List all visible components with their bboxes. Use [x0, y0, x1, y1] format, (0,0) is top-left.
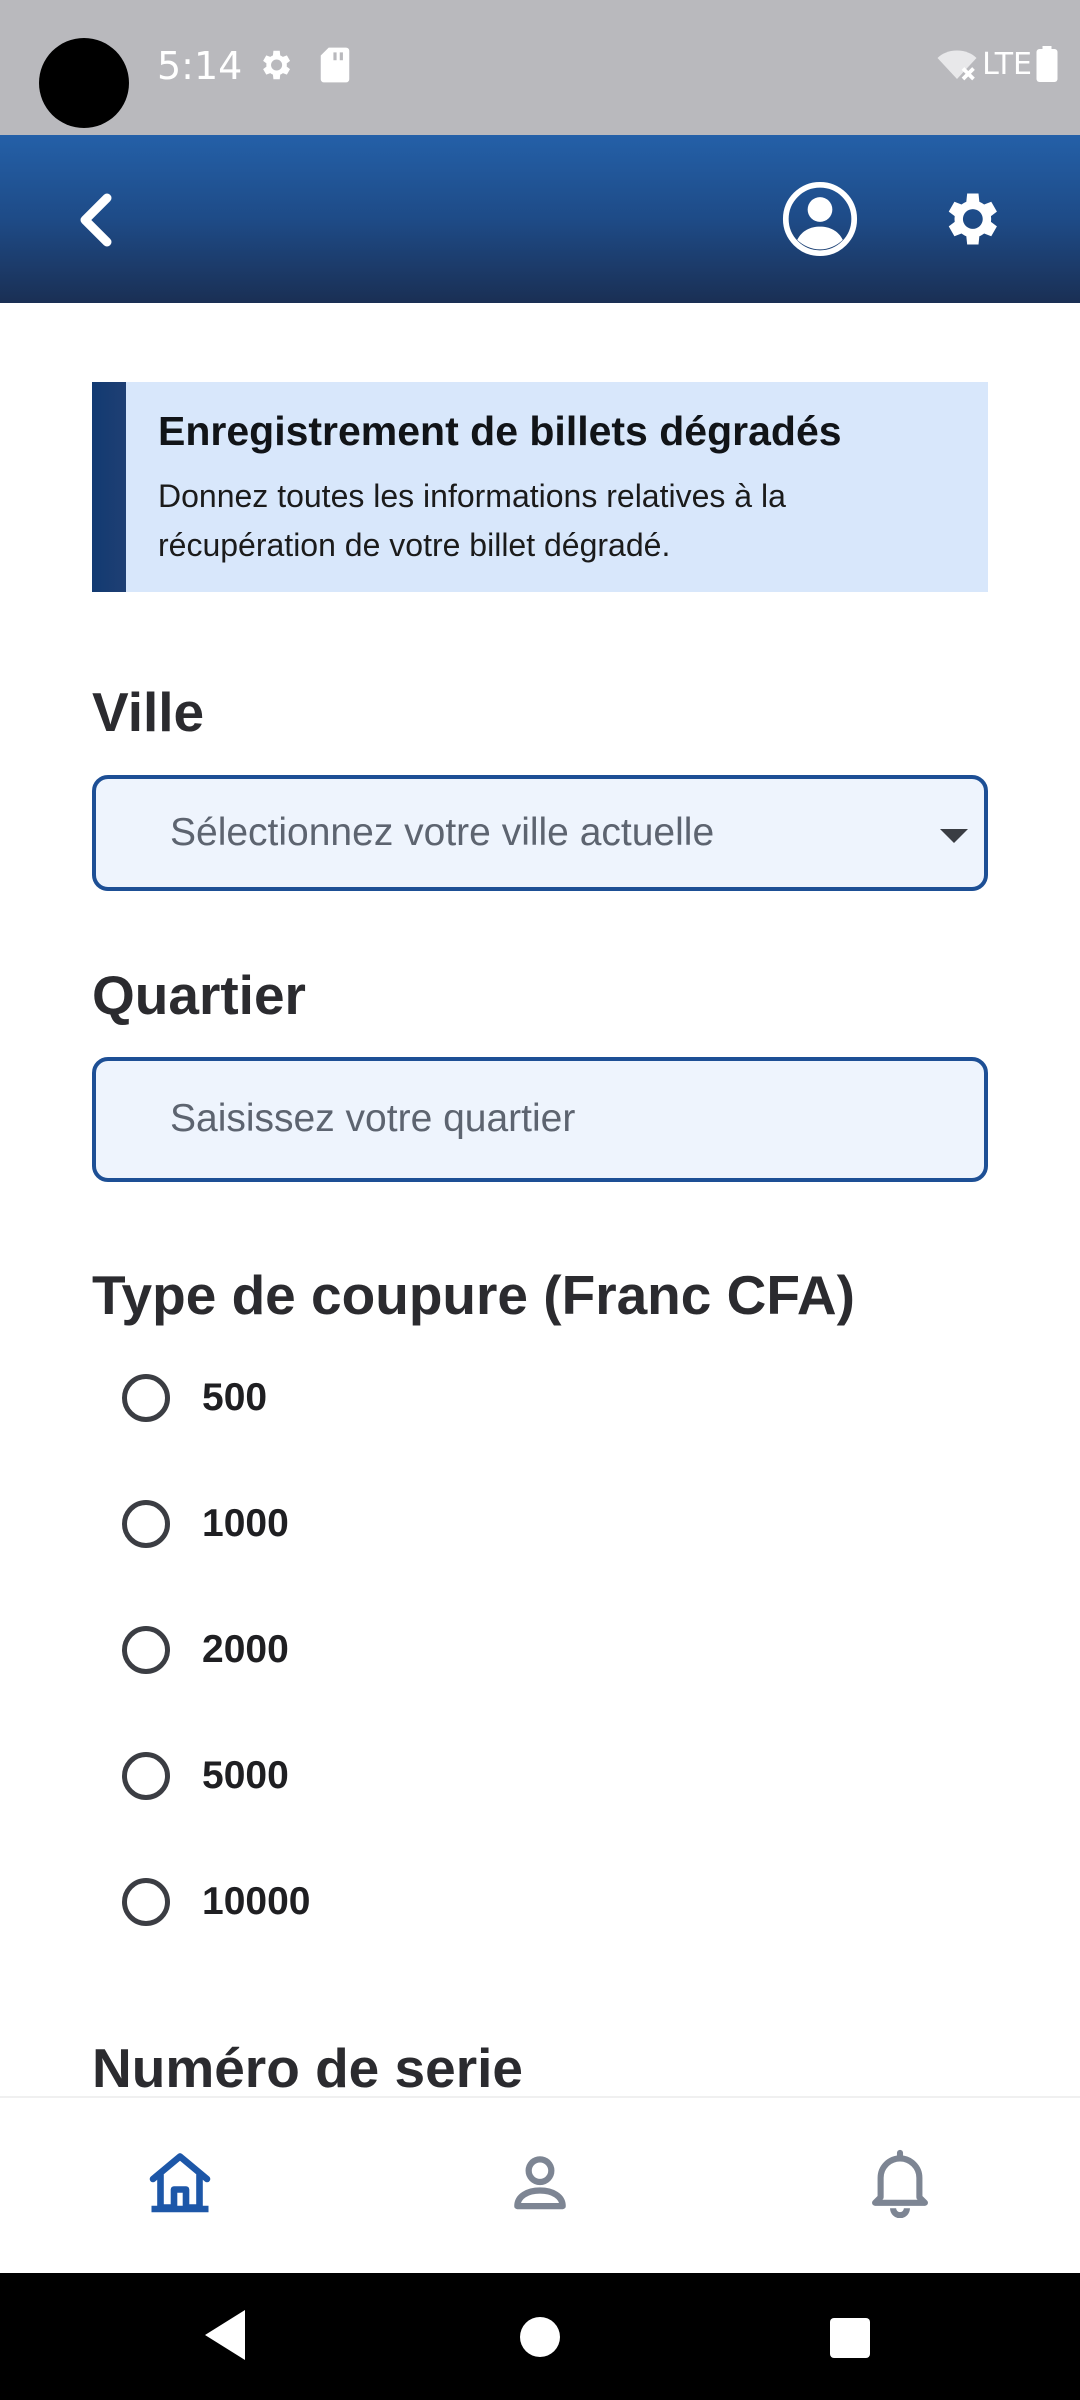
radio-icon[interactable] — [122, 1752, 170, 1800]
radio-option-1000[interactable]: 1000 — [122, 1489, 289, 1559]
radio-label: 2000 — [202, 1628, 289, 1671]
banner-title: Enregistrement de billets dégradés — [158, 408, 842, 454]
ville-placeholder: Sélectionnez votre ville actuelle — [170, 811, 715, 854]
status-right: LTE — [936, 46, 1058, 82]
nav-notifications[interactable] — [860, 2142, 940, 2222]
back-button[interactable] — [60, 185, 130, 255]
ville-label: Ville — [92, 681, 205, 743]
radio-option-5000[interactable]: 5000 — [122, 1741, 289, 1811]
nav-profile[interactable] — [500, 2142, 580, 2222]
system-home-icon[interactable] — [520, 2317, 560, 2357]
network-type: LTE — [982, 46, 1032, 82]
settings-button[interactable] — [930, 179, 1010, 259]
banner-text: Donnez toutes les informations relatives… — [158, 478, 786, 563]
radio-option-500[interactable]: 500 — [122, 1363, 267, 1433]
status-time: 5:14 — [157, 44, 243, 88]
profile-icon — [514, 2156, 566, 2210]
radio-label: 1000 — [202, 1502, 289, 1545]
info-banner: Enregistrement de billets dégradés Donne… — [92, 382, 988, 592]
radio-icon[interactable] — [122, 1374, 170, 1422]
system-recents-icon[interactable] — [830, 2318, 870, 2358]
radio-label: 500 — [202, 1376, 268, 1419]
home-icon — [149, 2153, 211, 2213]
quartier-label: Quartier — [92, 964, 306, 1026]
account-button[interactable] — [780, 179, 860, 259]
back-icon — [80, 193, 112, 247]
radio-icon[interactable] — [122, 1500, 170, 1548]
ville-dropdown[interactable]: Sélectionnez votre ville actuelle — [92, 775, 988, 891]
app-bar — [0, 135, 1080, 303]
radio-label: 10000 — [202, 1880, 311, 1923]
settings-status-icon — [263, 50, 291, 80]
system-back-icon[interactable] — [200, 2307, 250, 2363]
radio-icon[interactable] — [122, 1626, 170, 1674]
status-bar: 5:14 LTE — [0, 0, 1080, 135]
serie-label: Numéro de serie — [92, 2037, 524, 2099]
wifi-off-icon — [937, 50, 977, 81]
nav-home[interactable] — [140, 2142, 220, 2222]
camera-cutout — [39, 38, 129, 128]
radio-option-10000[interactable]: 10000 — [122, 1867, 310, 1937]
banner-accent-bar — [92, 382, 126, 592]
radio-icon[interactable] — [122, 1878, 170, 1926]
radio-label: 5000 — [202, 1754, 289, 1797]
quartier-input[interactable]: Saisissez votre quartier — [92, 1057, 988, 1182]
battery-icon — [1036, 46, 1058, 82]
account-icon — [782, 181, 858, 257]
notifications-icon — [872, 2149, 928, 2218]
settings-icon — [948, 193, 997, 245]
coupure-label: Type de coupure (Franc CFA) — [92, 1264, 855, 1326]
system-navigation-bar — [0, 2273, 1080, 2400]
quartier-placeholder: Saisissez votre quartier — [170, 1097, 576, 1140]
dropdown-arrow-icon — [940, 829, 968, 843]
bottom-navigation — [0, 2096, 1080, 2273]
radio-option-2000[interactable]: 2000 — [122, 1615, 289, 1685]
sd-card-icon — [320, 47, 350, 83]
